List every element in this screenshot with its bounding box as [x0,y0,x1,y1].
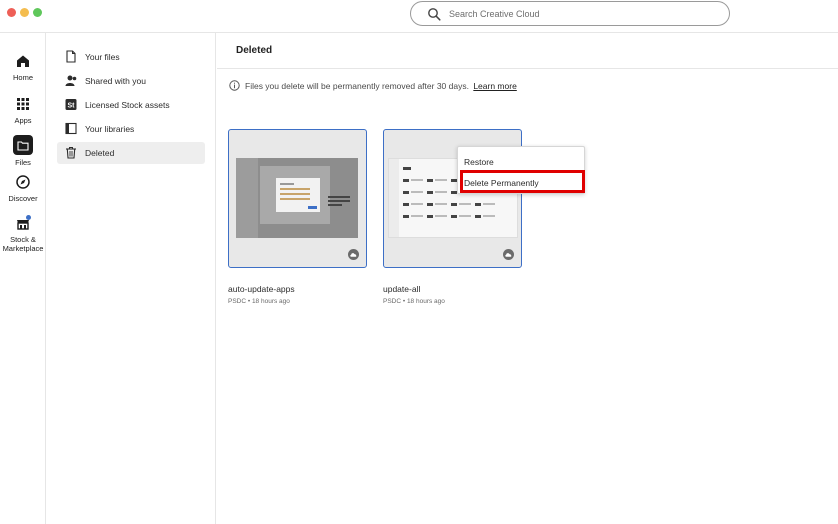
cloud-icon [348,249,359,260]
retention-notice: Files you delete will be permanently rem… [229,80,517,94]
page-title: Deleted [236,45,273,56]
file-meta: PSDC • 18 hours ago [383,298,445,305]
stock-icon: St [65,99,77,110]
rail-item-label: Discover [8,194,38,203]
rail-item-label: Stock & [10,235,36,244]
rail-item-discover[interactable]: Discover [0,173,46,203]
main-content: Deleted Files you delete will be permane… [217,33,838,524]
apps-grid-icon [17,98,29,110]
home-icon [17,55,29,67]
sidebar-item-label: Your files [85,52,120,62]
rail-item-apps[interactable]: Apps [0,95,46,125]
close-window-button[interactable] [7,8,16,17]
left-rail: Home Apps Files Discover Stock & Marketp… [0,33,46,524]
file-card-auto-update-apps[interactable] [228,129,367,268]
rail-item-label: Files [15,158,31,167]
rail-item-label: Home [12,73,33,82]
stock-marketplace-icon [17,215,31,230]
sidebar-item-label: Your libraries [85,124,135,134]
search-bar[interactable] [410,1,730,26]
trash-icon [66,147,76,159]
file-context-menu: Restore Delete Permanently [457,146,585,194]
rail-item-label: Apps [14,116,32,125]
compass-icon [16,175,30,189]
rail-item-stock-marketplace[interactable]: Stock & Marketplace [0,214,46,253]
sidebar-item-your-libraries[interactable]: Your libraries [57,118,205,140]
sidebar-item-licensed-stock[interactable]: St Licensed Stock assets [57,94,205,116]
minimize-window-button[interactable] [20,8,29,17]
folder-icon [13,135,33,155]
info-icon [229,80,240,91]
svg-text:St: St [68,103,76,110]
zoom-window-button[interactable] [33,8,42,17]
file-thumbnail [236,158,358,238]
file-icon [66,50,76,63]
sidebar-item-shared-with-you[interactable]: Shared with you [57,70,205,92]
sidebar-item-your-files[interactable]: Your files [57,46,205,68]
notice-text: Files you delete will be permanently rem… [245,80,469,91]
restore-menu-item[interactable]: Restore [464,157,494,167]
sidebar-item-label: Deleted [85,148,115,158]
file-meta: PSDC • 18 hours ago [228,298,290,305]
search-input[interactable] [449,5,719,23]
title-bar [0,0,838,33]
rail-item-label: Marketplace [2,244,44,253]
rail-item-files[interactable]: Files [0,135,46,167]
users-icon [65,75,77,86]
library-icon [65,122,77,135]
file-name: auto-update-apps [228,284,295,294]
sidebar-item-deleted[interactable]: Deleted [57,142,205,164]
search-icon [428,8,441,21]
rail-item-home[interactable]: Home [0,52,46,82]
sidebar-item-label: Shared with you [85,76,146,86]
cloud-icon [503,249,514,260]
sidebar-item-label: Licensed Stock assets [85,100,170,110]
file-name: update-all [383,284,421,294]
main-header: Deleted [217,33,838,69]
files-sidebar: Your files Shared with you St Licensed S… [47,33,216,524]
delete-permanently-menu-item[interactable]: Delete Permanently [464,178,539,188]
learn-more-link[interactable]: Learn more [473,81,516,91]
